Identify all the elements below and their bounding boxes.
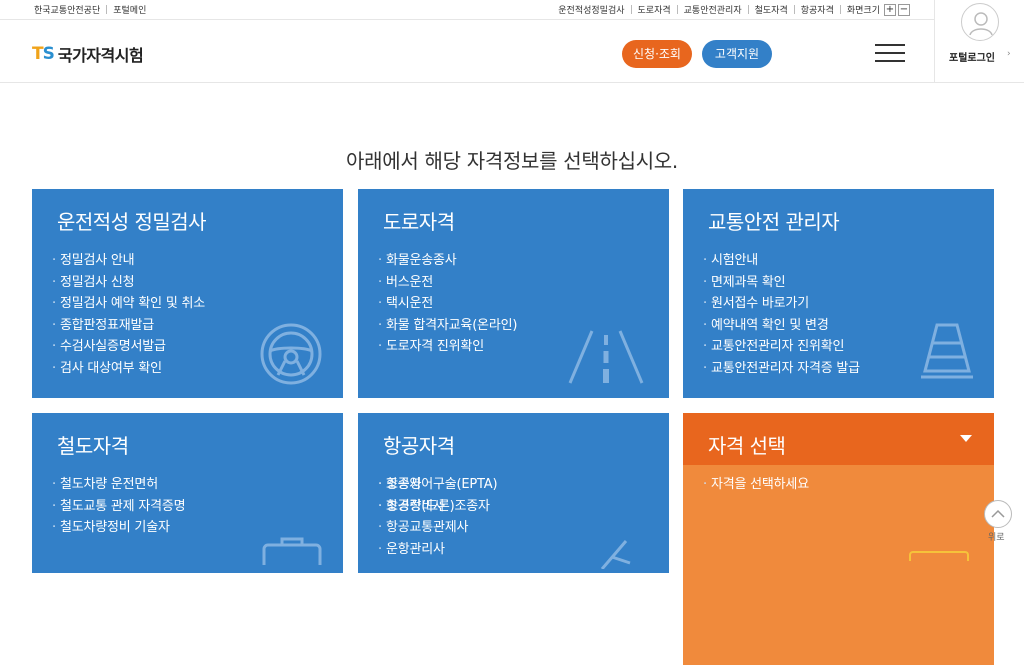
list-item[interactable]: 운항관리사: [378, 539, 468, 561]
link-aviation-qualification[interactable]: 항공자격: [801, 3, 834, 16]
link-railway-qualification[interactable]: 철도자격: [755, 3, 788, 16]
menu-icon[interactable]: [875, 44, 905, 62]
list-item[interactable]: 버스운전: [378, 272, 517, 294]
list-item[interactable]: 항공영어구술(EPTA): [378, 474, 498, 496]
list-item[interactable]: 자격을 선택하세요: [703, 474, 809, 496]
user-avatar-icon: [961, 3, 999, 41]
card-title[interactable]: 교통안전 관리자: [708, 206, 840, 235]
card-link-list: 화물운송종사 버스운전 택시운전 화물 합격자교육(온라인) 도로자격 진위확인: [378, 250, 517, 358]
list-item[interactable]: 화물 합격자교육(온라인): [378, 315, 517, 337]
list-item[interactable]: 정밀검사 안내: [52, 250, 205, 272]
list-item[interactable]: 예약내역 확인 및 변경: [703, 315, 860, 337]
site-header: TS 국가자격시험 신청·조회 고객지원: [0, 21, 934, 83]
list-item[interactable]: 원서접수 바로가기: [703, 293, 860, 315]
divider: [106, 5, 108, 14]
top-utility-bar: 한국교통안전공단 포털메인 운전적성정밀검사 도로자격 교통안전관리자 철도자격…: [0, 0, 934, 20]
link-road-qualification[interactable]: 도로자격: [638, 3, 671, 16]
list-item[interactable]: 항공교통관제사: [378, 517, 469, 539]
back-to-top-label: 위로: [988, 533, 1005, 543]
list-item[interactable]: 초경량(드론)조종자: [378, 496, 497, 518]
card-railway-qualification: 철도자격 철도차량 운전면허 철도교통 관제 자격증명 철도차량정비 기술자: [32, 413, 343, 573]
chevron-right-icon: ›: [1007, 49, 1011, 59]
link-aptitude-test[interactable]: 운전적성정밀검사: [558, 3, 624, 16]
confirm-button[interactable]: [909, 551, 969, 561]
list-item[interactable]: 철도차량 운전면허: [52, 474, 185, 496]
card-link-list: 시험안내 면제과목 확인 원서접수 바로가기 예약내역 확인 및 변경 교통안전…: [703, 250, 860, 380]
divider: [676, 5, 678, 14]
list-item[interactable]: 철도교통 관제 자격증명: [52, 496, 186, 518]
card-safety-manager: 교통안전 관리자 시험안내 면제과목 확인 원서접수 바로가기 예약내역 확인 …: [683, 189, 994, 398]
road-icon: [566, 329, 646, 389]
list-item[interactable]: 시험안내: [703, 250, 860, 272]
list-item[interactable]: 화물운송종사: [378, 250, 517, 272]
divider: [793, 5, 795, 14]
utility-left-links: 한국교통안전공단 포털메인: [34, 3, 146, 16]
airplane-icon: [596, 539, 636, 573]
caret-down-icon[interactable]: [960, 435, 972, 442]
divider: [747, 5, 749, 14]
divider: [630, 5, 632, 14]
card-title[interactable]: 운전적성 정밀검사: [57, 206, 207, 235]
divider: [839, 5, 841, 14]
link-kotsa[interactable]: 한국교통안전공단: [34, 3, 100, 16]
card-link-list: 정밀검사 안내 정밀검사 신청 정밀검사 예약 확인 및 취소 종합판정표재발급…: [52, 250, 205, 380]
card-road-qualification: 도로자격 화물운송종사 버스운전 택시운전 화물 합격자교육(온라인) 도로자격…: [358, 189, 669, 398]
portal-login-panel[interactable]: 포털로그인 ›: [934, 0, 1024, 83]
list-item[interactable]: 교통안전관리자 자격증 발급: [703, 358, 860, 380]
list-item[interactable]: 정밀검사 신청: [52, 272, 205, 294]
site-title: 국가자격시험: [57, 46, 144, 65]
dropdown-title: 자격 선택: [708, 434, 786, 458]
chevron-up-icon: [991, 509, 1005, 518]
page-headline: 아래에서 해당 자격정보를 선택하십시오.: [346, 149, 678, 173]
list-item[interactable]: 택시운전: [378, 293, 517, 315]
steering-wheel-icon: [258, 321, 324, 391]
card-title[interactable]: 도로자격: [383, 206, 455, 235]
list-item[interactable]: 검사 대상여부 확인: [52, 358, 205, 380]
zoom-out-button[interactable]: −: [898, 3, 910, 16]
utility-right-links: 운전적성정밀검사 도로자격 교통안전관리자 철도자격 항공자격 화면크기 + −: [558, 3, 910, 16]
list-item[interactable]: 종합판정표재발급: [52, 315, 205, 337]
back-to-top-button[interactable]: [984, 500, 1012, 528]
card-link-list: 항공영어구술(EPTA) 초경량(드론)조종자: [378, 474, 498, 518]
dropdown-option-list: 자격을 선택하세요: [703, 474, 809, 496]
list-item[interactable]: 수검사실증명서발급: [52, 336, 205, 358]
link-portal-main[interactable]: 포털메인: [113, 3, 146, 16]
qualification-select-dropdown[interactable]: 자격 선택 자격을 선택하세요: [683, 413, 994, 665]
zoom-in-button[interactable]: +: [884, 3, 896, 16]
list-item[interactable]: 교통안전관리자 진위확인: [703, 336, 860, 358]
screen-size-label: 화면크기: [846, 6, 880, 16]
list-item[interactable]: 면제과목 확인: [703, 272, 860, 294]
card-link-list: 철도차량 운전면허 철도교통 관제 자격증명 철도차량정비 기술자: [52, 474, 186, 539]
card-aviation-qualification: 항공자격 조종사 항공정비사 항공교통관제사 운항관리사 항공영어구술(EPTA…: [358, 413, 669, 573]
traffic-cone-icon: [919, 321, 975, 385]
list-item[interactable]: 철도차량정비 기술자: [52, 517, 185, 539]
card-title[interactable]: 항공자격: [383, 430, 455, 459]
train-icon: [260, 535, 324, 571]
card-title[interactable]: 철도자격: [57, 430, 129, 459]
card-aptitude-test: 운전적성 정밀검사 정밀검사 안내 정밀검사 신청 정밀검사 예약 확인 및 취…: [32, 189, 343, 398]
apply-inquiry-button[interactable]: 신청·조회: [622, 40, 692, 68]
list-item[interactable]: 도로자격 진위확인: [378, 336, 517, 358]
portal-login-link[interactable]: 포털로그인: [949, 49, 995, 64]
list-item[interactable]: 정밀검사 예약 확인 및 취소: [52, 293, 205, 315]
customer-support-button[interactable]: 고객지원: [702, 40, 772, 68]
ts-logo-icon: TS: [32, 44, 55, 64]
link-safety-manager[interactable]: 교통안전관리자: [684, 3, 742, 16]
site-logo[interactable]: TS 국가자격시험: [32, 42, 144, 66]
